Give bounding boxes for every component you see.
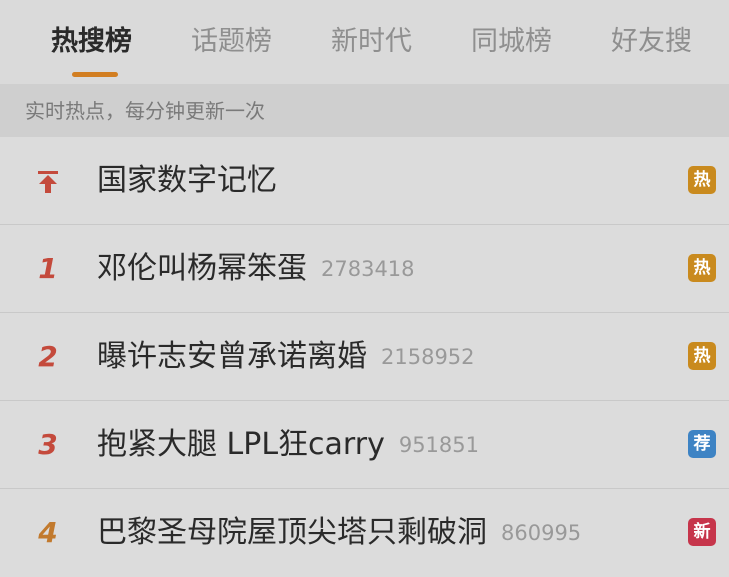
tab-hot-search[interactable]: 热搜榜 — [51, 22, 132, 62]
item-title: 国家数字记忆 — [97, 163, 277, 198]
search-count: 2158952 — [381, 345, 475, 369]
search-count: 2783418 — [321, 257, 415, 281]
hot-badge: 热 — [688, 254, 716, 282]
rank-number: 4 — [38, 516, 58, 549]
item-title: 曝许志安曾承诺离婚 2158952 — [97, 339, 475, 374]
tab-friends[interactable]: 好友搜 — [611, 22, 692, 62]
tab-local[interactable]: 同城榜 — [471, 22, 552, 62]
info-bar: 实时热点，每分钟更新一次 — [0, 85, 729, 137]
active-tab-indicator — [72, 72, 118, 77]
hot-badge: 热 — [688, 342, 716, 370]
pin-top-icon — [37, 170, 59, 194]
list-item[interactable]: 国家数字记忆 热 — [0, 137, 729, 225]
list-item[interactable]: 4 巴黎圣母院屋顶尖塔只剩破洞 860995 新 — [0, 489, 729, 576]
list-item[interactable]: 2 曝许志安曾承诺离婚 2158952 热 — [0, 313, 729, 401]
tab-topics[interactable]: 话题榜 — [191, 22, 272, 62]
rank-number: 1 — [38, 252, 58, 285]
tab-bar: 热搜榜 话题榜 新时代 同城榜 好友搜 — [0, 0, 729, 85]
update-note: 实时热点，每分钟更新一次 — [25, 99, 265, 123]
list-item[interactable]: 1 邓伦叫杨幂笨蛋 2783418 热 — [0, 225, 729, 313]
rank-number: 2 — [38, 340, 58, 373]
search-count: 951851 — [398, 433, 479, 457]
hot-badge: 热 — [688, 166, 716, 194]
recommend-badge: 荐 — [688, 430, 716, 458]
new-badge: 新 — [688, 518, 716, 546]
tab-new-era[interactable]: 新时代 — [331, 22, 412, 62]
item-title: 抱紧大腿 LPL狂carry 951851 — [97, 427, 479, 462]
hot-search-list: 国家数字记忆 热 1 邓伦叫杨幂笨蛋 2783418 热 2 曝许志安曾承诺离婚 2… — [0, 137, 729, 576]
item-title: 邓伦叫杨幂笨蛋 2783418 — [97, 251, 415, 286]
rank-number: 3 — [38, 428, 58, 461]
search-count: 860995 — [501, 521, 582, 545]
list-item[interactable]: 3 抱紧大腿 LPL狂carry 951851 荐 — [0, 401, 729, 489]
item-title: 巴黎圣母院屋顶尖塔只剩破洞 860995 — [97, 515, 582, 550]
